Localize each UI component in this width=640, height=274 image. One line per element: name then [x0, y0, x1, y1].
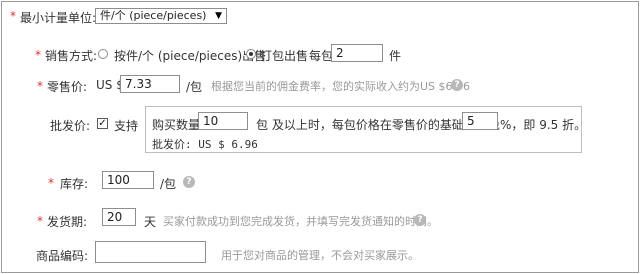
check-icon: ✓ — [98, 118, 107, 129]
chevron-down-icon: ▼ — [215, 11, 222, 21]
wholesale-qty-label: 购买数量 — [152, 118, 201, 132]
required-mark: * — [35, 48, 41, 62]
wholesale-enable-label[interactable]: 支持 — [114, 117, 138, 134]
stock-label: 库存: — [60, 177, 89, 191]
per-pack-unit: 件 — [389, 49, 402, 63]
wholesale-price-text: 批发价: US $ 6.96 — [152, 138, 258, 151]
retail-price-input[interactable]: 7.33 — [120, 75, 180, 93]
product-code-hint: 用于您对商品的管理，不会对买家展示。 — [221, 249, 419, 262]
wholesale-label: 批发价: — [50, 119, 91, 133]
per-pack-input[interactable]: 2 — [331, 44, 383, 62]
radio-pack-label[interactable]: 打包出售 — [260, 47, 308, 64]
radio-per-piece[interactable] — [98, 49, 108, 59]
shipping-label: 发货期: — [47, 215, 88, 229]
shipping-hint: 买家付款成功到您完成发货，并填写完发货通知的时间。 — [163, 215, 438, 228]
min-unit-label: 最小计量单位: — [20, 11, 97, 25]
wholesale-checkbox[interactable]: ✓ — [97, 118, 108, 129]
product-code-input[interactable] — [95, 241, 206, 263]
required-mark: * — [48, 176, 54, 190]
retail-price-label: 零售价: — [47, 80, 88, 94]
wholesale-qty-input[interactable]: 10 — [198, 112, 248, 130]
required-mark: * — [37, 214, 43, 228]
wholesale-discount-text: %，即 9.5 折。 — [500, 118, 587, 132]
retail-price-unit: /包 — [186, 80, 203, 94]
help-icon[interactable]: ? — [451, 79, 463, 91]
radio-per-piece-label[interactable]: 按件/个 (piece/pieces)出售 — [114, 47, 266, 64]
radio-pack[interactable] — [246, 49, 256, 59]
required-mark: * — [10, 9, 16, 23]
min-unit-select[interactable]: 件/个 (piece/pieces) ▼ — [95, 8, 227, 24]
stock-input[interactable]: 100 — [102, 171, 154, 189]
retail-price-hint: 根据您当前的佣金费率，您的实际收入约为US $6.96 — [211, 80, 471, 93]
shipping-days-input[interactable]: 20 — [102, 208, 136, 226]
per-pack-label: 每包 — [309, 49, 334, 63]
required-mark: * — [37, 79, 43, 93]
stock-unit: /包 — [160, 177, 177, 191]
sale-method-label: 销售方式: — [45, 49, 98, 63]
min-unit-value: 件/个 (piece/pieces) — [100, 9, 207, 22]
wholesale-discount-input[interactable]: 5 — [462, 112, 498, 130]
shipping-days-unit: 天 — [144, 215, 157, 229]
help-icon[interactable]: ? — [414, 214, 426, 226]
product-code-label: 商品编码: — [36, 249, 89, 263]
help-icon[interactable]: ? — [183, 176, 195, 188]
